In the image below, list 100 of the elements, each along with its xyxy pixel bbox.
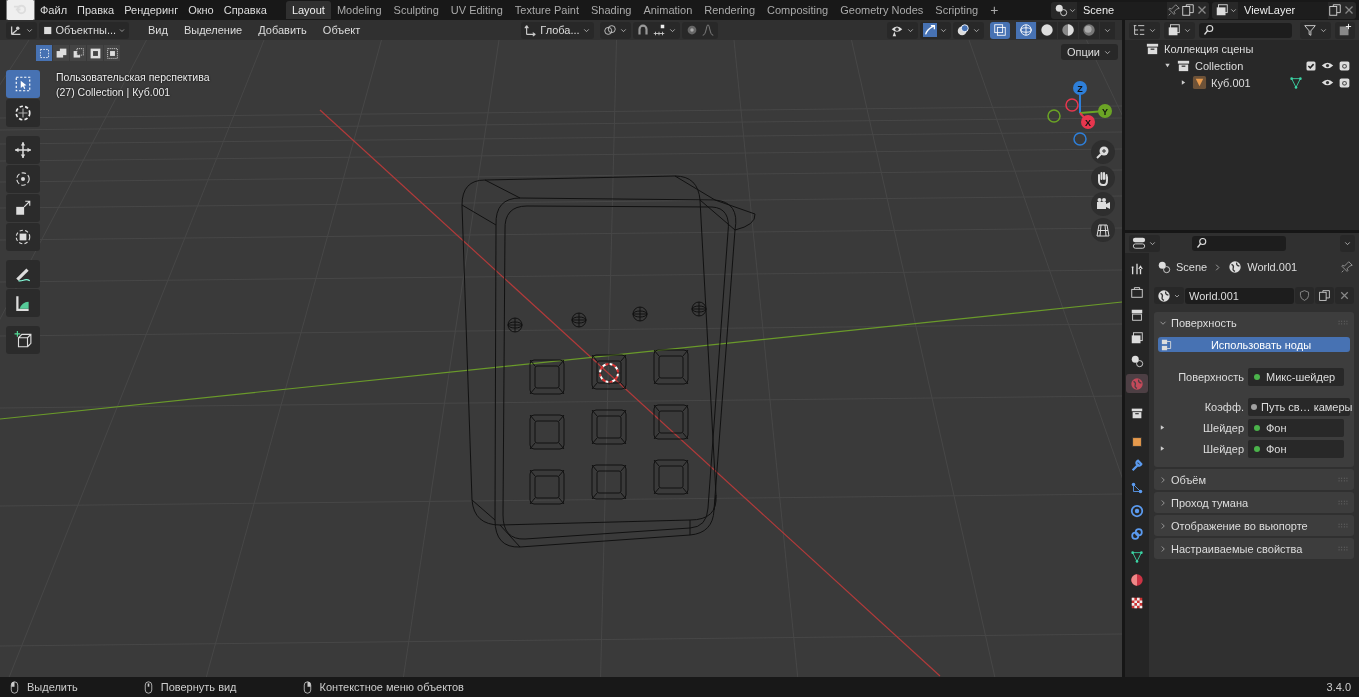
orbit-icon [1130, 503, 1144, 518]
workspace-tab[interactable]: Geometry Nodes [834, 1, 930, 19]
rotate-icon [14, 170, 32, 188]
selection-mode-button[interactable] [53, 45, 69, 61]
app-menu-button[interactable] [6, 0, 35, 21]
shading-mode-button[interactable] [1079, 21, 1099, 39]
shading-mode-button[interactable] [1058, 21, 1078, 39]
tool-button[interactable] [6, 194, 40, 222]
search-field[interactable] [1192, 235, 1286, 251]
new-collection-button[interactable] [1335, 21, 1355, 39]
camera-icon [1095, 196, 1111, 212]
tool-button[interactable] [6, 99, 40, 127]
scene-name-field[interactable]: Scene [1077, 1, 1167, 19]
panel-title: Отображение во вьюпорте [1171, 519, 1309, 532]
tool-button[interactable] [6, 223, 40, 251]
selection-mode-button[interactable] [36, 45, 52, 61]
menu-item[interactable]: Правка [72, 4, 120, 16]
panel-header[interactable]: Настраиваемые свойства [1158, 540, 1350, 557]
fake-user-button[interactable] [1295, 287, 1314, 304]
menu-item[interactable]: Добавить [251, 24, 314, 36]
mesh-object-icon [1192, 75, 1207, 90]
panel-header[interactable]: Проход тумана [1158, 494, 1350, 511]
visibility-button[interactable] [887, 21, 918, 39]
editor-type-button[interactable] [6, 21, 37, 39]
shading-mode-button[interactable] [1016, 21, 1036, 39]
workspace-tab[interactable]: Animation [637, 1, 699, 19]
socket-field[interactable]: Путь св… камеры [1248, 397, 1350, 416]
view-layer-name-field[interactable]: ViewLayer [1238, 1, 1328, 19]
menu-item[interactable]: Объект [315, 24, 368, 36]
selection-mode-button[interactable] [70, 45, 86, 61]
menu-item[interactable]: Вид [141, 24, 175, 36]
material-sphere-icon [1130, 572, 1144, 587]
search-field[interactable] [1199, 22, 1292, 38]
gizmo-button[interactable] [920, 21, 951, 39]
tool-button[interactable] [6, 260, 40, 288]
filter-button[interactable] [1300, 21, 1331, 39]
editor-type-button[interactable] [1129, 234, 1160, 252]
selection-mode-button[interactable] [104, 45, 120, 61]
duplicate-button[interactable] [1315, 287, 1334, 304]
add-workspace-button[interactable]: + [984, 2, 1005, 18]
menu-item[interactable]: Выделение [176, 24, 250, 36]
tool-button[interactable] [6, 136, 40, 164]
use-nodes-button[interactable]: Использовать ноды [1158, 337, 1350, 352]
display-mode-button[interactable] [1164, 21, 1195, 39]
editor-type-button[interactable] [1129, 21, 1160, 39]
socket-field[interactable]: Фон [1248, 439, 1344, 458]
status-hint: Контекстное меню объектов [319, 681, 464, 693]
world-name-field[interactable]: World.001 [1185, 287, 1294, 304]
zoom-button[interactable] [1091, 140, 1115, 164]
snap-button[interactable] [632, 21, 680, 39]
socket-field[interactable]: Фон [1248, 418, 1344, 437]
menu-item[interactable]: Рендеринг [119, 4, 184, 16]
crosshair-icon [14, 104, 32, 122]
unlink-button[interactable] [1335, 287, 1354, 304]
increment-icon [651, 23, 666, 37]
copy-icon [1328, 3, 1342, 17]
field-label: Поверхность [1177, 370, 1244, 383]
socket-field[interactable]: Микс-шейдер [1248, 367, 1344, 386]
workspace-tab[interactable]: Texture Paint [508, 1, 585, 19]
panel-header[interactable]: Объём [1158, 471, 1350, 488]
panel-header[interactable]: Поверхность [1158, 314, 1350, 331]
tool-button[interactable] [6, 165, 40, 193]
menu-item[interactable]: Файл [35, 4, 73, 16]
outliner-row[interactable]: Коллекция сцены [1125, 40, 1359, 57]
orientation-dropdown[interactable]: Глоба... [521, 21, 594, 39]
mode-dropdown[interactable]: Объектны... [39, 21, 129, 39]
selection-mode-icon [88, 46, 102, 60]
shading-mode-button[interactable] [1037, 21, 1057, 39]
pan-button[interactable] [1091, 166, 1115, 190]
projection-button[interactable] [1091, 218, 1115, 242]
workspace-tab[interactable]: Sculpting [387, 1, 445, 19]
rendered-sphere-icon [1082, 23, 1096, 37]
navigation-gizmo[interactable] [1047, 81, 1112, 146]
workspace-tab[interactable]: Compositing [761, 1, 835, 19]
wireframe-sphere-icon [1019, 23, 1033, 37]
outliner-row[interactable]: Collection [1125, 57, 1359, 74]
outliner-row[interactable]: Куб.001 [1125, 74, 1359, 91]
pin-icon [1340, 260, 1354, 274]
pivot-point-button[interactable] [599, 21, 631, 39]
options-dropdown[interactable]: Опции [1060, 44, 1118, 60]
workspace-tab[interactable]: Rendering [698, 1, 762, 19]
world-browse-button[interactable] [1154, 287, 1184, 304]
workspace-tab[interactable]: Layout [285, 1, 331, 19]
panel-header[interactable]: Отображение во вьюпорте [1158, 517, 1350, 534]
workspace-tab[interactable]: Shading [585, 1, 638, 19]
proportional-edit-button[interactable] [681, 21, 718, 39]
overlay-button[interactable] [953, 21, 984, 39]
selection-mode-button[interactable] [87, 45, 103, 61]
tool-button[interactable] [6, 326, 40, 354]
workspace-tab[interactable]: Scripting [929, 1, 985, 19]
menu-item[interactable]: Справка [218, 4, 272, 16]
workspace-tab[interactable]: Modeling [330, 1, 388, 19]
x-ray-button[interactable] [990, 21, 1010, 39]
tool-button[interactable] [6, 289, 40, 317]
menu-item[interactable]: Окно [183, 4, 219, 16]
viewport[interactable]: Опции Пользовательская перспектива (27) Collection | Куб.001 Z Y X [0, 40, 1122, 677]
scene-selector[interactable]: Scene [1051, 1, 1209, 19]
workspace-tab[interactable]: UV Editing [444, 1, 509, 19]
view-layer-selector[interactable]: ViewLayer [1212, 1, 1356, 19]
camera-view-button[interactable] [1091, 192, 1115, 216]
